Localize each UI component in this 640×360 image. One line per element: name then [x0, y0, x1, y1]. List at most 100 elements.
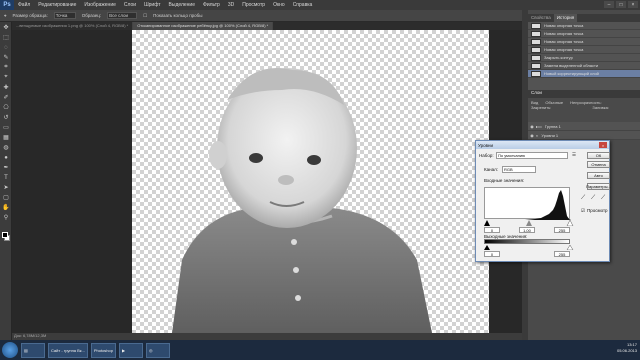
tab-document-2[interactable]: Отсканированное изображение ребёнку.jpg …	[133, 22, 274, 30]
blur-tool-icon[interactable]: ◍	[1, 143, 11, 152]
clock-date[interactable]: 05.06.2013	[617, 348, 637, 354]
system-tray: 13:17 05.06.2013	[617, 342, 637, 354]
history-item-label: Новая опорная точка	[544, 39, 584, 44]
menu-edit[interactable]: Редактирование	[34, 2, 80, 8]
preview-checkbox[interactable]: ☑	[581, 208, 585, 214]
taskbar-chrome-icon[interactable]: ◎	[145, 342, 170, 358]
output-black-field[interactable]: 0	[484, 251, 500, 257]
history-item[interactable]: Новая опорная точка	[528, 22, 640, 30]
eye-icon[interactable]: ◉	[528, 133, 536, 138]
taskbar-item-photoshop[interactable]: Photoshop	[90, 342, 116, 358]
history-item[interactable]: Замена выделенной области	[528, 62, 640, 70]
menu-type[interactable]: Шрифт	[140, 2, 164, 8]
taskbar-explorer-icon[interactable]: ▤	[21, 342, 45, 358]
eyedropper-tool-icon[interactable]: ⌖	[1, 73, 11, 82]
output-gradient	[484, 239, 570, 244]
menu-layers[interactable]: Слои	[120, 2, 140, 8]
menu-select[interactable]: Выделение	[165, 2, 200, 8]
tab-history[interactable]: История	[553, 14, 578, 22]
ok-button[interactable]: ОК	[587, 152, 610, 159]
hand-tool-icon[interactable]: ✋	[1, 203, 11, 212]
dialog-title[interactable]: Уровни	[476, 141, 609, 149]
history-item[interactable]: Новая опорная точка	[528, 38, 640, 46]
maximize-button[interactable]: □	[616, 1, 626, 8]
menu-bar: Ps Файл Редактирование Изображение Слои …	[0, 0, 640, 10]
show-ring-checkbox[interactable]: ☐	[143, 13, 147, 19]
options-button[interactable]: Параметры...	[586, 183, 611, 190]
gray-eyedropper-icon[interactable]: ⟋	[591, 195, 595, 202]
eyedropper-option-icon[interactable]: ⌖	[4, 13, 7, 18]
zoom-tool-icon[interactable]: ⚲	[1, 213, 11, 222]
history-item-label: Замена выделенной области	[544, 63, 599, 68]
dodge-tool-icon[interactable]: ●	[1, 153, 11, 162]
layer-row-group[interactable]: ◉ ▸▭ Группа 1	[528, 122, 640, 131]
move-tool-icon[interactable]: ✥	[1, 23, 11, 32]
stamp-tool-icon[interactable]: ⎔	[1, 103, 11, 112]
output-sliders[interactable]	[482, 245, 574, 250]
preset-menu-icon[interactable]: ☰	[572, 152, 576, 158]
lasso-tool-icon[interactable]: ◌	[1, 43, 11, 52]
history-thumb-icon	[531, 46, 541, 53]
dialog-close-icon[interactable]: ×	[599, 142, 607, 148]
close-window-button[interactable]: ×	[628, 1, 638, 8]
layers-panel-title[interactable]: Слои	[528, 90, 640, 98]
auto-button[interactable]: Авто	[587, 172, 610, 179]
path-select-icon[interactable]: ➤	[1, 183, 11, 192]
input-white-field[interactable]: 255	[554, 227, 570, 233]
quick-select-tool-icon[interactable]: ✎	[1, 53, 11, 62]
layer-row-levels[interactable]: ◉ ◐ Уровни 1	[528, 131, 640, 140]
cancel-button[interactable]: Отмена	[587, 161, 610, 168]
menu-view[interactable]: Просмотр	[238, 2, 269, 8]
gradient-tool-icon[interactable]: ▦	[1, 133, 11, 142]
history-thumb-icon	[531, 30, 541, 37]
pen-tool-icon[interactable]: ✒	[1, 163, 11, 172]
taskbar-media-icon[interactable]: ▶	[118, 342, 143, 358]
eraser-tool-icon[interactable]: ▭	[1, 123, 11, 132]
preset-select[interactable]: По умолчанию	[496, 152, 568, 159]
sample-layers-select[interactable]: Все слои	[107, 12, 138, 19]
history-item[interactable]: Новая опорная точка	[528, 46, 640, 54]
histogram-graph	[485, 190, 571, 220]
layer-name: Группа 1	[544, 123, 561, 129]
menu-window[interactable]: Окно	[269, 2, 289, 8]
menu-image[interactable]: Изображение	[80, 2, 120, 8]
channel-select[interactable]: RGB	[502, 166, 536, 173]
minimize-button[interactable]: –	[604, 1, 614, 8]
menu-3d[interactable]: 3D	[224, 2, 238, 8]
input-black-field[interactable]: 0	[484, 227, 500, 233]
history-item[interactable]: Новая опорная точка	[528, 30, 640, 38]
eye-icon[interactable]: ◉	[528, 124, 536, 129]
black-eyedropper-icon[interactable]: ⟋	[581, 195, 585, 202]
baby-photo	[172, 68, 432, 333]
menu-file[interactable]: Файл	[14, 2, 34, 8]
histogram	[484, 187, 571, 220]
history-item-selected[interactable]: Новый корректирующий слой	[528, 70, 640, 78]
input-sliders[interactable]	[482, 220, 574, 226]
white-eyedropper-icon[interactable]: ⟋	[601, 195, 605, 202]
marquee-tool-icon[interactable]: ⬚	[1, 33, 11, 42]
menu-help[interactable]: Справка	[289, 2, 317, 8]
windows-taskbar: ▤ Сайт - группа Вк... Photoshop ▶ ◎	[0, 340, 640, 360]
healing-tool-icon[interactable]: ✚	[1, 83, 11, 92]
history-brush-icon[interactable]: ↺	[1, 113, 11, 122]
taskbar-item-browser[interactable]: Сайт - группа Вк...	[48, 342, 88, 358]
start-button-icon[interactable]	[2, 342, 18, 358]
crop-tool-icon[interactable]: ⌗	[1, 63, 11, 72]
history-item[interactable]: Закрыть контур	[528, 54, 640, 62]
history-thumb-icon	[531, 38, 541, 45]
shape-tool-icon[interactable]: ▢	[1, 193, 11, 202]
sample-size-select[interactable]: Точка	[53, 12, 76, 19]
history-thumb-icon	[531, 54, 541, 61]
tab-document-1[interactable]: ...венщуемые изображения 1.png @ 100% (С…	[12, 22, 134, 30]
output-white-field[interactable]: 255	[554, 251, 570, 257]
tab-properties[interactable]: Свойства	[528, 14, 554, 22]
input-gamma-field[interactable]: 1,00	[519, 227, 535, 233]
type-tool-icon[interactable]: T	[1, 173, 11, 182]
brush-tool-icon[interactable]: ✐	[1, 93, 11, 102]
layers-options: Вид Обычные Непрозрачность: Закрепить: З…	[528, 98, 640, 120]
menu-filter[interactable]: Фильтр	[199, 2, 224, 8]
document-canvas[interactable]	[132, 30, 489, 333]
foreground-color-swatch[interactable]	[2, 232, 8, 238]
history-list: Новая опорная точка Новая опорная точка …	[528, 22, 640, 90]
fill-label: Заливка:	[592, 105, 609, 110]
